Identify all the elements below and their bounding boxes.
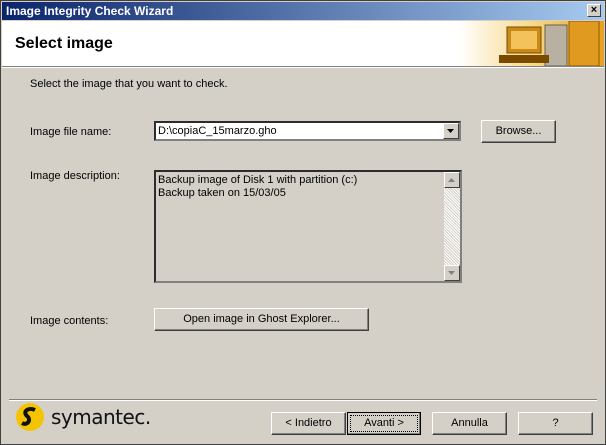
cancel-button-label: Annulla — [451, 417, 488, 429]
instruction-text: Select the image that you want to check. — [30, 78, 228, 90]
arrow-up-icon — [448, 178, 455, 182]
footer-divider — [9, 399, 597, 401]
title-bar[interactable]: Image Integrity Check Wizard × — [2, 2, 604, 20]
next-button[interactable]: Avanti > — [347, 412, 421, 435]
wizard-window: Image Integrity Check Wizard × Select im… — [0, 0, 606, 445]
help-button[interactable]: ? — [518, 412, 593, 435]
window-title: Image Integrity Check Wizard — [6, 4, 174, 18]
symantec-logo-icon — [16, 403, 44, 431]
symantec-logo: symantec. — [13, 402, 153, 432]
browse-button-label: Browse... — [495, 125, 542, 137]
next-button-label: Avanti > — [364, 417, 404, 429]
description-line: Backup image of Disk 1 with partition (c… — [158, 174, 358, 186]
dropdown-button[interactable] — [443, 123, 459, 139]
description-line: Backup taken on 15/03/05 — [158, 187, 286, 199]
help-button-label: ? — [552, 417, 559, 429]
close-button[interactable]: × — [587, 4, 601, 17]
image-description-label: Image description: — [30, 170, 120, 182]
image-file-value: D:\copiaC_15marzo.gho — [158, 125, 277, 137]
arrow-down-icon — [448, 271, 455, 275]
open-ghost-explorer-button[interactable]: Open image in Ghost Explorer... — [154, 308, 369, 331]
vertical-scrollbar[interactable] — [444, 172, 460, 281]
close-icon: × — [590, 4, 598, 16]
open-ghost-explorer-label: Open image in Ghost Explorer... — [183, 313, 340, 325]
back-button-label: < Indietro — [285, 417, 332, 429]
browse-button[interactable]: Browse... — [481, 120, 556, 143]
brand-wordmark: symantec. — [51, 405, 151, 429]
back-button[interactable]: < Indietro — [271, 412, 346, 435]
image-description-box[interactable]: Backup image of Disk 1 with partition (c… — [154, 170, 462, 283]
wizard-header: Select image — [2, 21, 604, 67]
chevron-down-icon — [447, 129, 454, 133]
scroll-down-button[interactable] — [444, 265, 460, 281]
header-divider — [2, 67, 604, 68]
image-contents-label: Image contents: — [30, 315, 109, 327]
scroll-up-button[interactable] — [444, 172, 460, 188]
cancel-button[interactable]: Annulla — [432, 412, 507, 435]
image-file-label: Image file name: — [30, 126, 112, 138]
page-title: Select image — [15, 35, 113, 52]
computer-illustration-icon — [459, 21, 604, 66]
image-file-combobox[interactable]: D:\copiaC_15marzo.gho — [154, 121, 461, 141]
image-description-text: Backup image of Disk 1 with partition (c… — [158, 174, 357, 200]
